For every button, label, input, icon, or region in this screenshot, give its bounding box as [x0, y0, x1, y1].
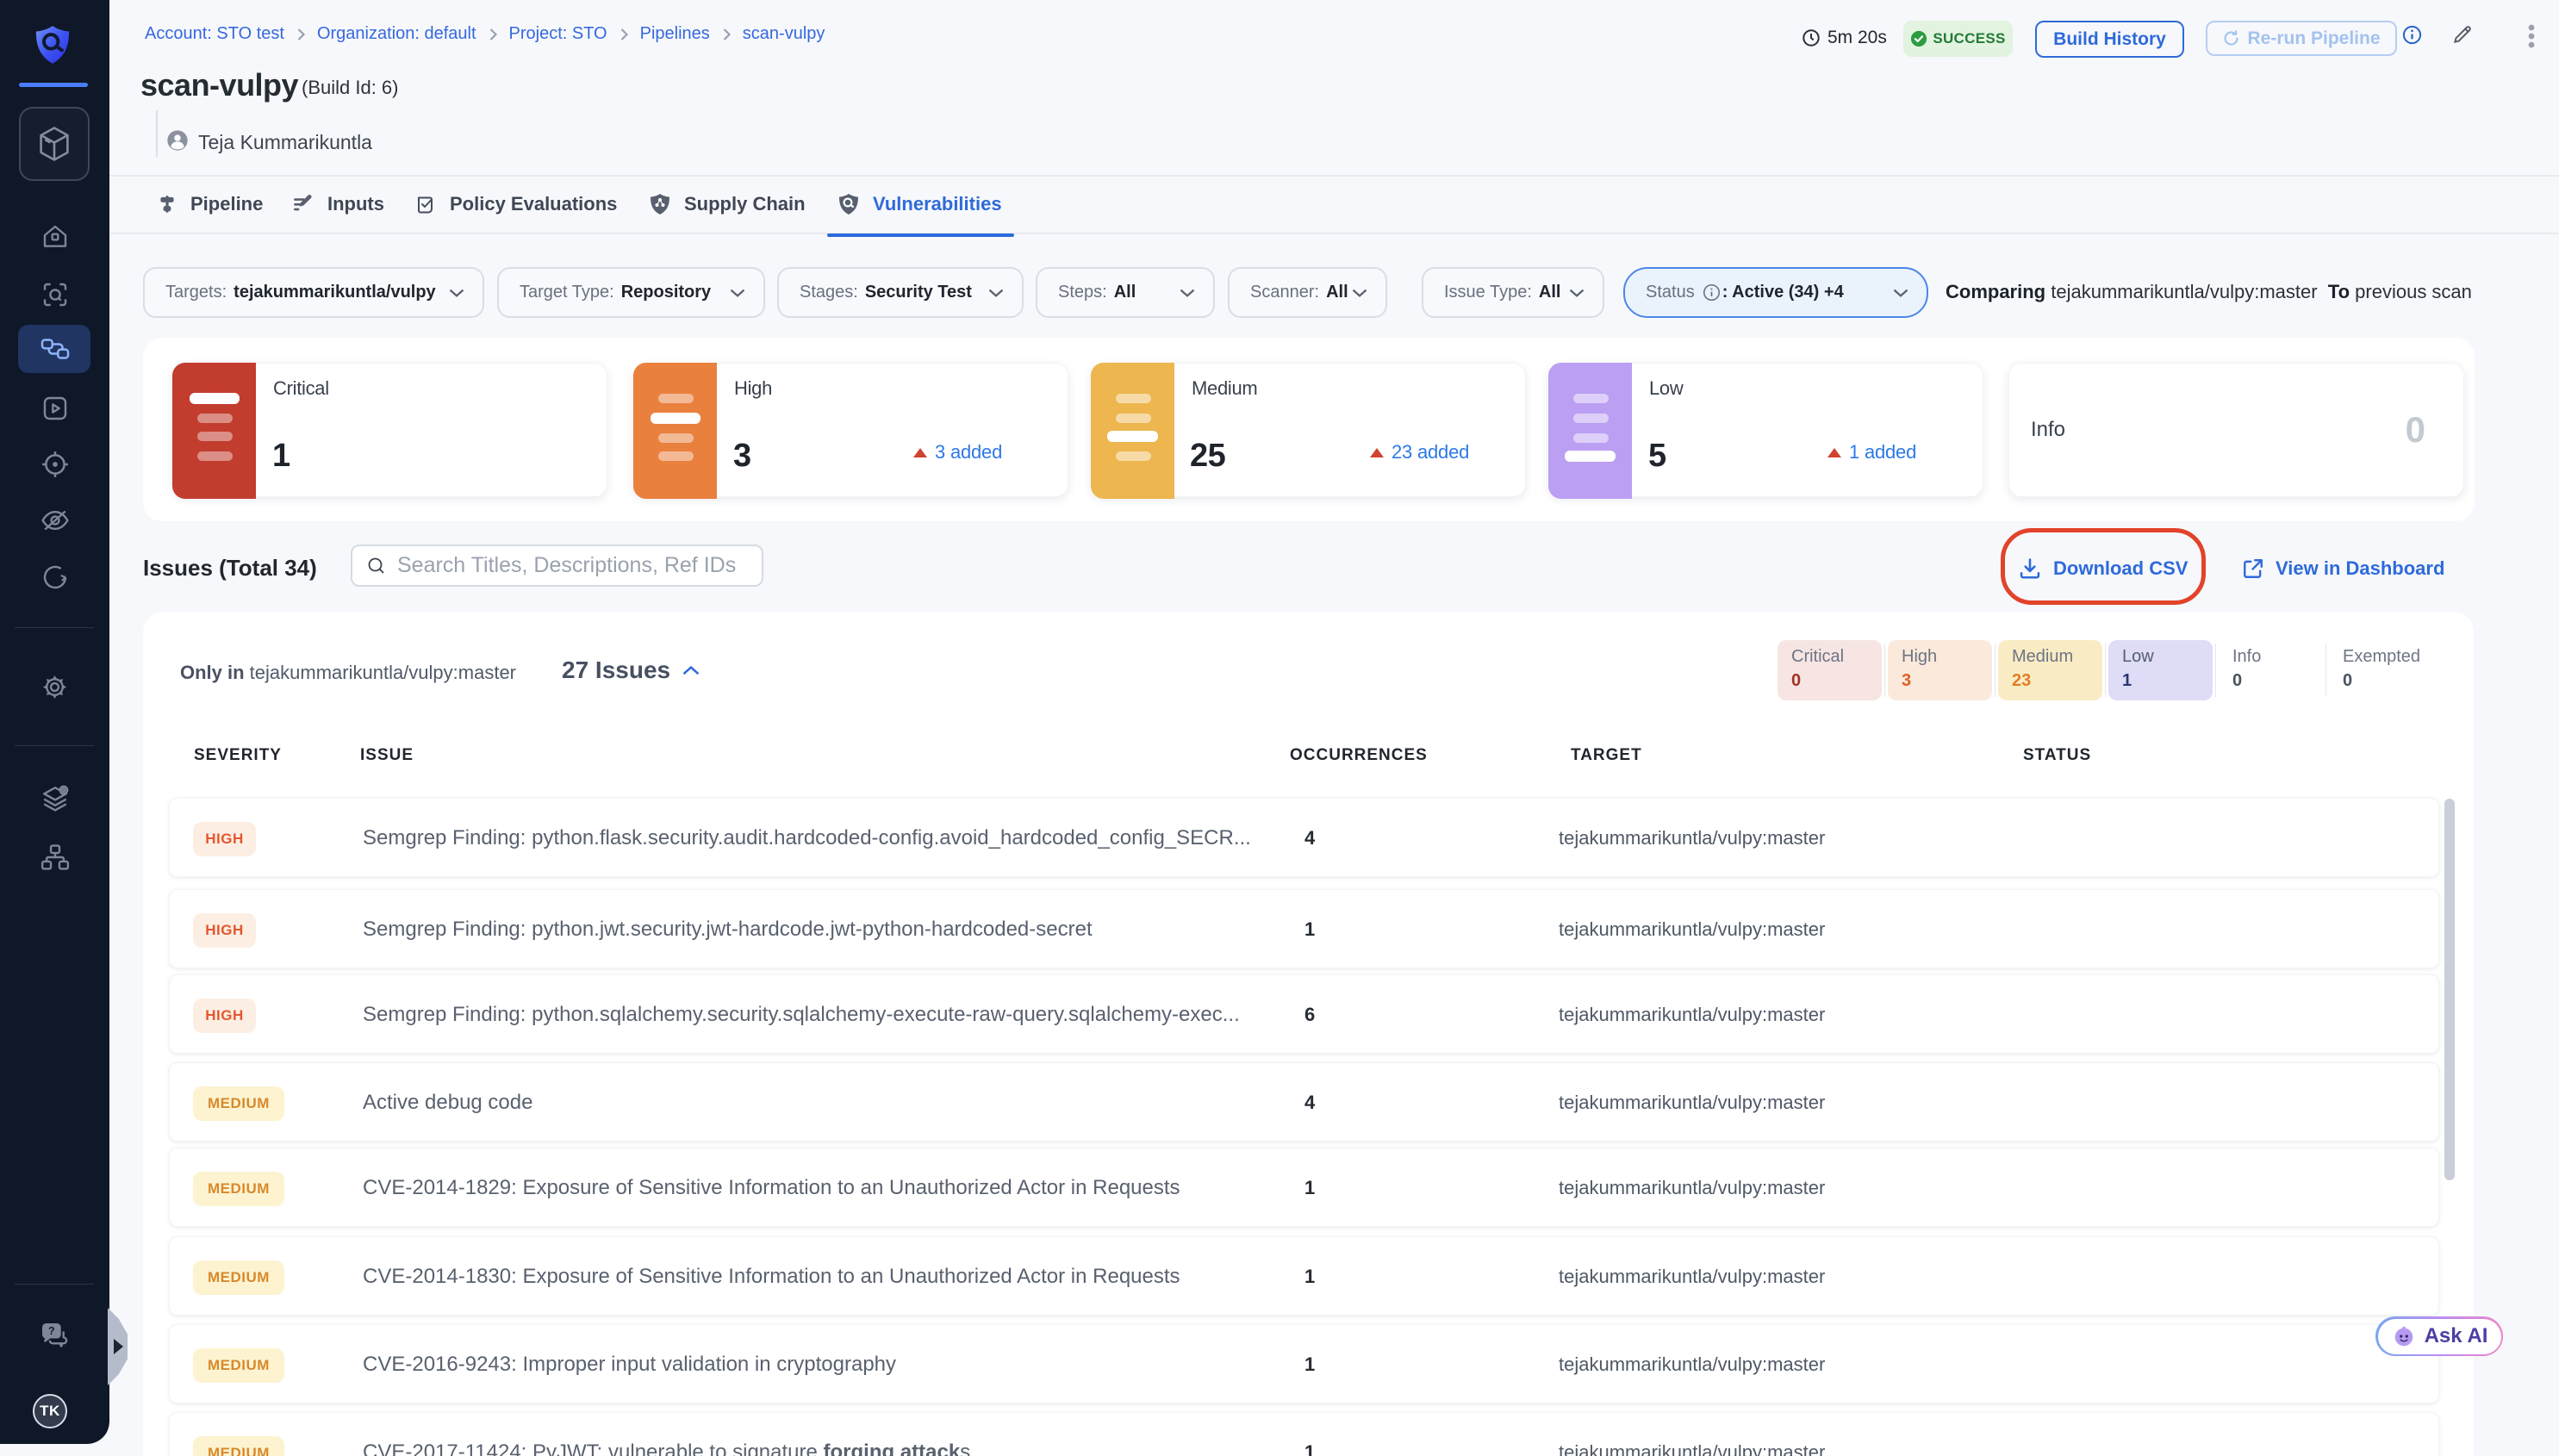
svg-text:?: ?	[48, 1325, 55, 1337]
